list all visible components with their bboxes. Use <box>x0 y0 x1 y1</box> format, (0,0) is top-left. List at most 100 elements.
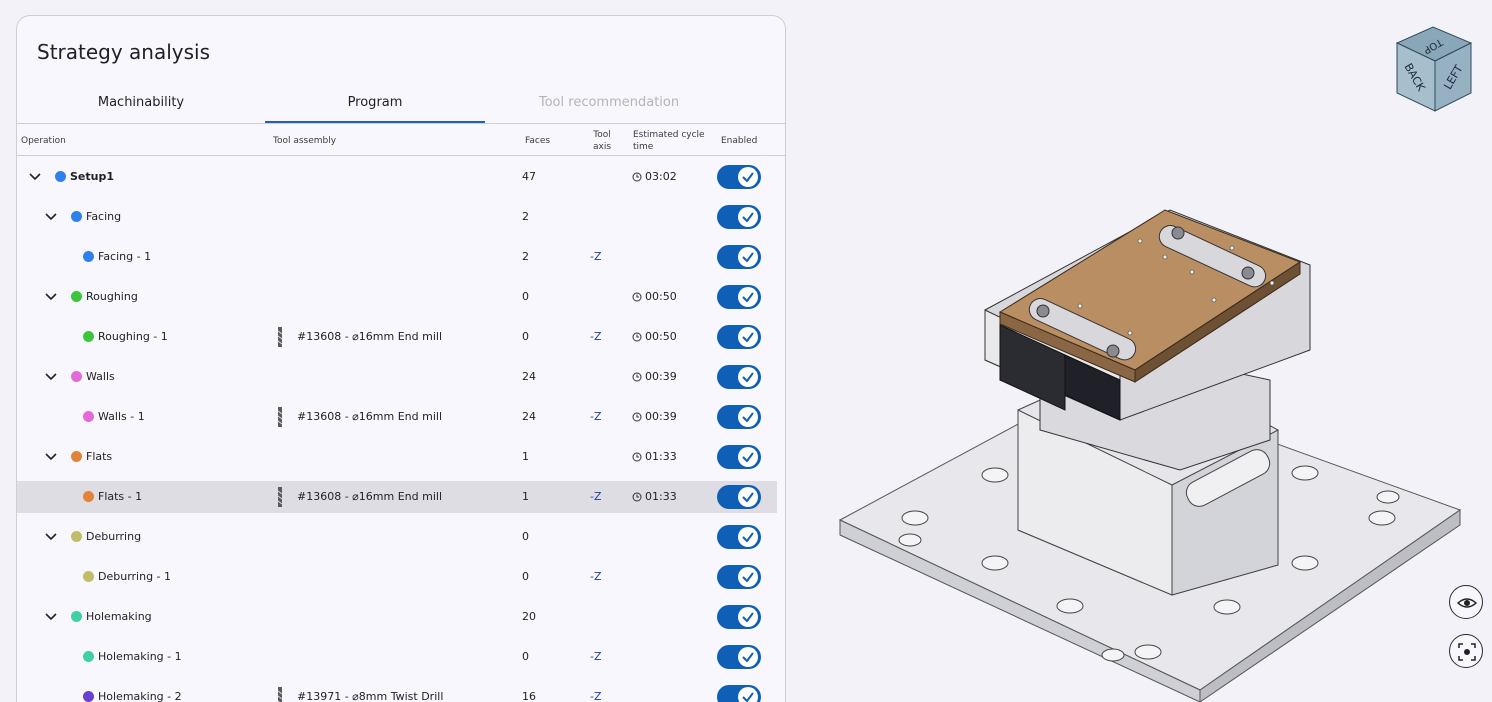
tab-program[interactable]: Program <box>265 88 485 123</box>
toggle-knob <box>738 287 758 307</box>
clock-icon <box>632 292 642 302</box>
table-row-flats[interactable]: Flats 1 01:33 <box>17 441 777 473</box>
operation-name: Holemaking - 2 <box>98 690 182 702</box>
chevron-down-icon[interactable] <box>43 448 59 464</box>
enabled-toggle[interactable] <box>717 365 761 389</box>
enabled-toggle[interactable] <box>717 285 761 309</box>
end-mill-icon <box>277 327 283 347</box>
col-tool-assembly[interactable]: Tool assembly <box>273 135 336 147</box>
chevron-down-icon[interactable] <box>43 368 59 384</box>
toggle-knob <box>738 207 758 227</box>
clock-icon <box>632 492 642 502</box>
chevron-down-icon[interactable] <box>43 208 59 224</box>
enabled-toggle[interactable] <box>717 245 761 269</box>
eye-icon <box>1456 598 1478 608</box>
col-enabled[interactable]: Enabled <box>721 135 757 147</box>
check-icon <box>742 572 754 583</box>
visibility-button[interactable] <box>1449 585 1483 619</box>
clock-icon <box>632 172 642 182</box>
faces-count: 0 <box>522 530 529 543</box>
table-row-holemaking[interactable]: Holemaking 20 <box>17 601 777 633</box>
check-icon <box>742 372 754 383</box>
strategy-analysis-panel: Strategy analysis Machinability Program … <box>16 15 786 702</box>
end-mill-icon <box>277 407 283 427</box>
faces-count: 24 <box>522 370 536 383</box>
operation-name: Holemaking - 1 <box>98 650 182 663</box>
table-row-flats-1[interactable]: Flats - 1 #13608 - ⌀16mm End mill 1 -Z 01:33 <box>17 481 777 513</box>
operation-color-dot <box>83 331 94 342</box>
table-row-holemaking-1[interactable]: Holemaking - 1 0 -Z <box>17 641 777 673</box>
cycle-time: 01:33 <box>645 490 677 503</box>
tab-machinability[interactable]: Machinability <box>31 88 251 123</box>
toggle-knob <box>738 487 758 507</box>
table-row-setup1[interactable]: Setup1 47 03:02 <box>17 161 777 193</box>
operation-color-dot <box>71 371 82 382</box>
model-viewer[interactable]: TOP BACK LEFT <box>800 0 1492 702</box>
enabled-toggle[interactable] <box>717 565 761 589</box>
toggle-knob <box>738 567 758 587</box>
view-cube[interactable]: TOP BACK LEFT <box>1395 25 1473 113</box>
operation-color-dot <box>83 651 94 662</box>
tool-axis: -Z <box>590 650 602 663</box>
table-row-facing[interactable]: Facing 2 <box>17 201 777 233</box>
enabled-toggle[interactable] <box>717 405 761 429</box>
operation-name: Facing <box>86 210 122 223</box>
col-cycle-time[interactable]: Estimated cycle time <box>633 129 705 153</box>
col-cycle-time-line2: time <box>633 142 654 152</box>
cad-model[interactable] <box>800 0 1492 702</box>
chevron-down-icon[interactable] <box>43 608 59 624</box>
col-tool-axis[interactable]: Tool axis <box>593 129 611 153</box>
enabled-toggle[interactable] <box>717 325 761 349</box>
table-row-facing-1[interactable]: Facing - 1 2 -Z <box>17 241 777 273</box>
chevron-down-icon[interactable] <box>27 168 43 184</box>
check-icon <box>742 452 754 463</box>
enabled-toggle[interactable] <box>717 605 761 629</box>
operation-name: Walls - 1 <box>98 410 145 423</box>
enabled-toggle[interactable] <box>717 525 761 549</box>
faces-count: 16 <box>522 690 536 702</box>
chevron-down-icon[interactable] <box>43 528 59 544</box>
operation-name: Facing - 1 <box>98 250 152 263</box>
table-row-walls[interactable]: Walls 24 00:39 <box>17 361 777 393</box>
check-icon <box>742 652 754 663</box>
check-icon <box>742 532 754 543</box>
faces-count: 20 <box>522 610 536 623</box>
table-row-holemaking-2[interactable]: Holemaking - 2 #13971 - ⌀8mm Twist Drill 1… <box>17 681 777 702</box>
operation-color-dot <box>71 531 82 542</box>
toggle-knob <box>738 647 758 667</box>
enabled-toggle[interactable] <box>717 445 761 469</box>
clock-icon <box>632 412 642 422</box>
tool-assembly: #13971 - ⌀8mm Twist Drill <box>297 690 444 702</box>
table-row-deburring-1[interactable]: Deburring - 1 0 -Z <box>17 561 777 593</box>
enabled-toggle[interactable] <box>717 645 761 669</box>
cycle-time: 00:50 <box>645 330 677 343</box>
col-operation[interactable]: Operation <box>21 135 66 147</box>
check-icon <box>742 612 754 623</box>
toggle-knob <box>738 687 758 702</box>
col-tool-axis-line2: axis <box>593 142 612 152</box>
chevron-down-icon[interactable] <box>43 288 59 304</box>
operation-name: Roughing - 1 <box>98 330 168 343</box>
faces-count: 0 <box>522 290 529 303</box>
faces-count: 24 <box>522 410 536 423</box>
tab-bar: Machinability Program Tool recommendatio… <box>17 88 785 124</box>
enabled-toggle[interactable] <box>717 685 761 702</box>
col-faces[interactable]: Faces <box>525 135 550 147</box>
toggle-knob <box>738 447 758 467</box>
operation-name: Walls <box>86 370 115 383</box>
focus-button[interactable] <box>1449 634 1483 668</box>
table-row-roughing-1[interactable]: Roughing - 1 #13608 - ⌀16mm End mill 0 -Z 00… <box>17 321 777 353</box>
enabled-toggle[interactable] <box>717 205 761 229</box>
operation-name: Holemaking <box>86 610 152 623</box>
tab-tool-recommendation: Tool recommendation <box>538 95 680 110</box>
col-cycle-time-line1: Estimated cycle <box>633 130 705 140</box>
table-row-roughing[interactable]: Roughing 0 00:50 <box>17 281 777 313</box>
table-row-walls-1[interactable]: Walls - 1 #13608 - ⌀16mm End mill 24 -Z 00:3… <box>17 401 777 433</box>
operation-color-dot <box>83 411 94 422</box>
check-icon <box>742 492 754 503</box>
table-row-deburring[interactable]: Deburring 0 <box>17 521 777 553</box>
toggle-knob <box>738 247 758 267</box>
enabled-toggle[interactable] <box>717 485 761 509</box>
enabled-toggle[interactable] <box>717 165 761 189</box>
faces-count: 47 <box>522 170 536 183</box>
